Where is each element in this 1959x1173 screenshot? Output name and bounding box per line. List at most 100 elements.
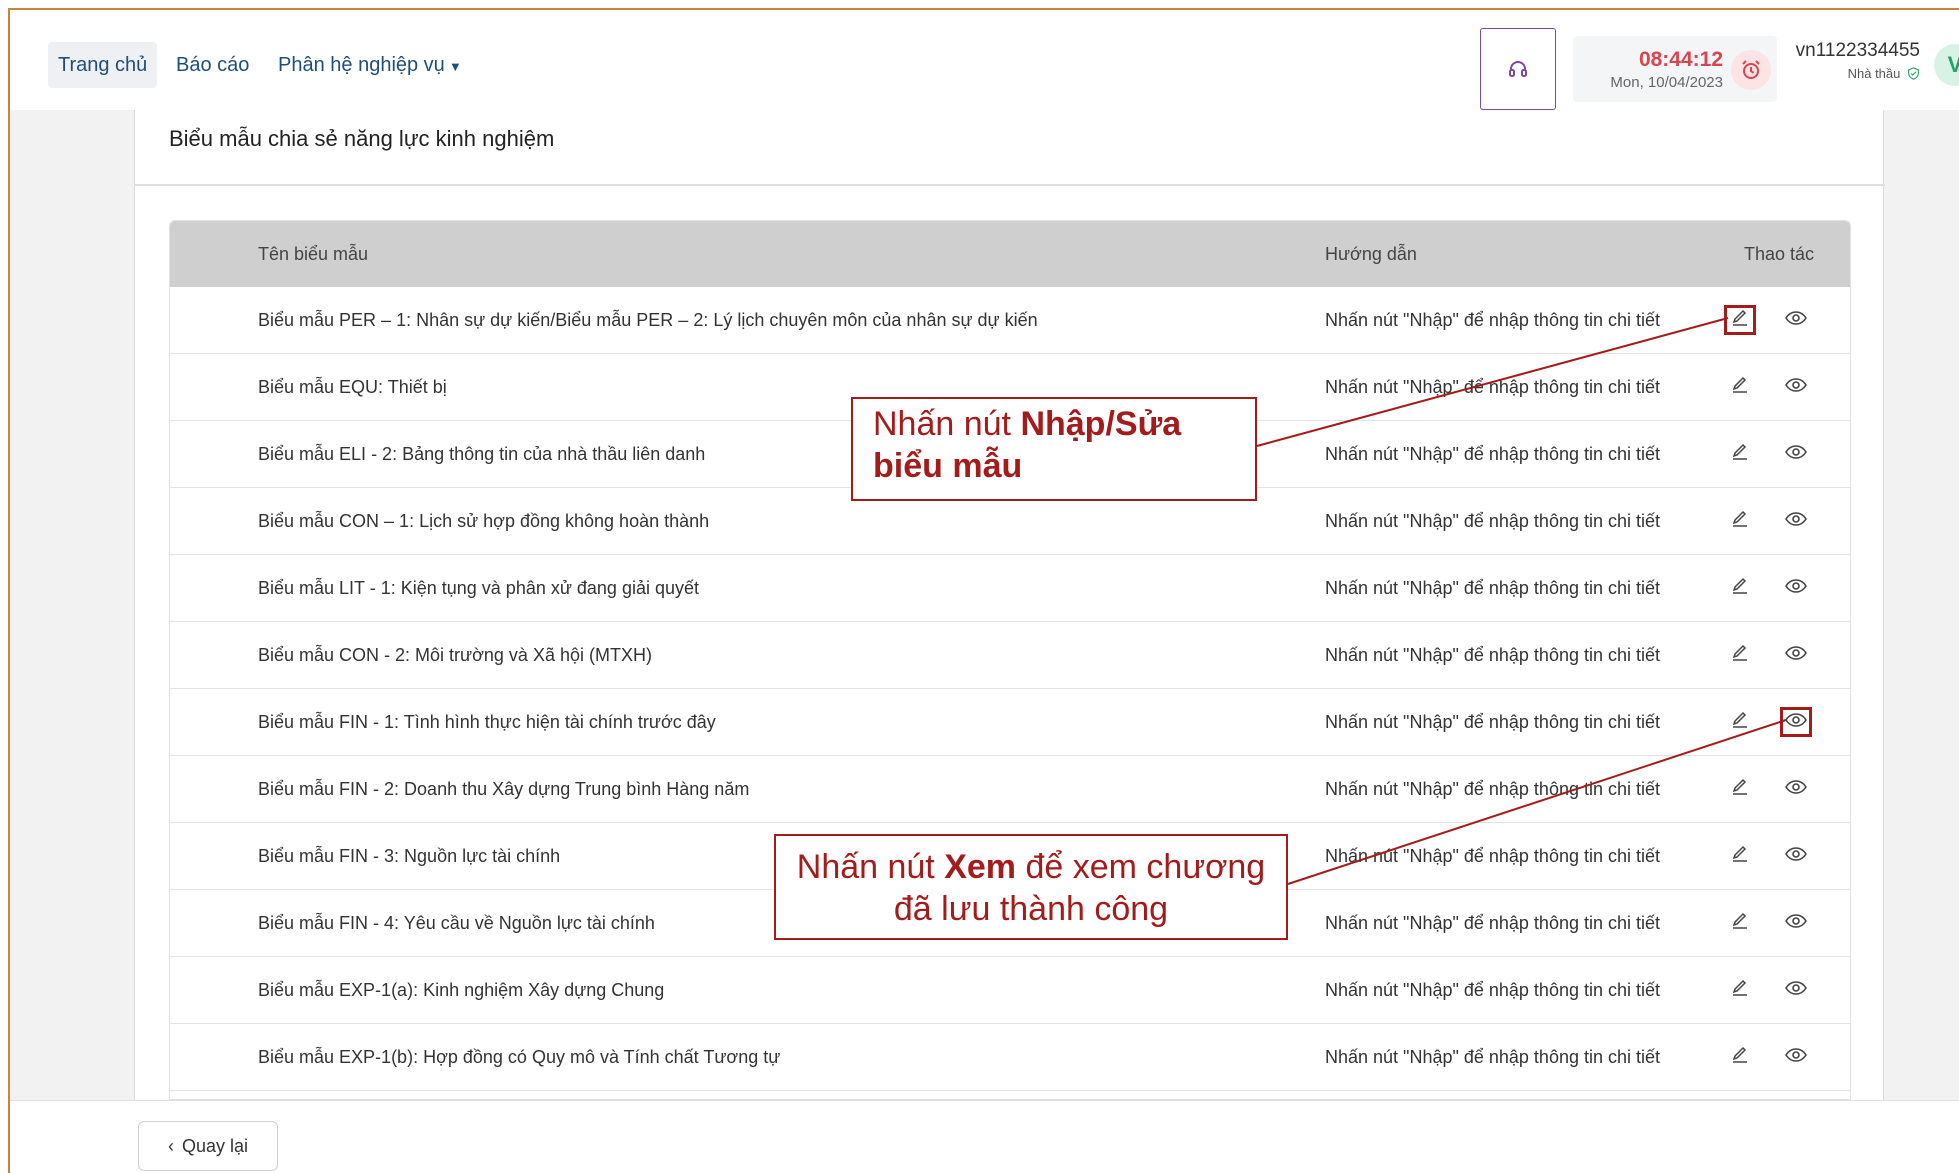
page-title: Biểu mẫu chia sẻ năng lực kinh nghiệm [169,126,555,151]
edit-button[interactable] [1724,707,1756,737]
edit-button[interactable] [1724,439,1756,469]
table-row: Biểu mẫu CON - 2: Môi trường và Xã hội (… [170,622,1850,689]
eye-icon [1785,980,1807,1001]
back-button[interactable]: ‹ Quay lại [138,1121,278,1171]
avatar[interactable]: V [1934,44,1959,86]
form-name: Biểu mẫu EQU: Thiết bị [258,377,447,397]
form-guide: Nhấn nút "Nhập" để nhập thông tin chi ti… [1325,846,1661,866]
form-name: Biểu mẫu PER – 1: Nhân sự dự kiến/Biểu m… [258,310,1038,330]
edit-callout-prefix: Nhấn nút [873,405,1021,443]
column-header-actions: Thao tác [1744,244,1815,264]
edit-button[interactable] [1724,506,1756,536]
edit-button[interactable] [1724,1042,1756,1072]
nav-home-link[interactable]: Trang chủ [48,42,158,88]
form-guide: Nhấn nút "Nhập" để nhập thông tin chi ti… [1325,913,1661,933]
view-button[interactable] [1780,439,1812,469]
edit-button[interactable] [1724,573,1756,603]
pencil-icon [1730,844,1750,869]
view-callout-prefix: Nhấn nút [796,848,945,886]
table-row: Biểu mẫu FIN - 2: Doanh thu Xây dựng Tru… [170,756,1850,823]
form-guide: Nhấn nút "Nhập" để nhập thông tin chi ti… [1325,712,1661,732]
content-card: Biểu mẫu chia sẻ năng lực kinh nghiệm Tê… [134,110,1885,1100]
clock-widget: 08:44:12 Mon, 10/04/2023 [1573,36,1777,102]
form-guide: Nhấn nút "Nhập" để nhập thông tin chi ti… [1325,377,1661,397]
edit-button[interactable] [1724,372,1756,402]
headset-icon [1509,61,1527,77]
eye-icon [1785,779,1807,800]
support-button[interactable] [1480,28,1556,110]
form-guide: Nhấn nút "Nhập" để nhập thông tin chi ti… [1325,511,1661,531]
eye-icon [1785,846,1807,867]
view-button[interactable] [1780,305,1812,335]
view-callout-bold: Xem [944,848,1017,886]
pencil-icon [1730,710,1750,735]
divider [135,184,1885,186]
pencil-icon [1730,777,1750,802]
left-gutter [10,110,134,1100]
view-button[interactable] [1780,975,1812,1005]
pencil-icon [1730,911,1750,936]
form-name: Biểu mẫu FIN - 2: Doanh thu Xây dựng Tru… [258,779,750,799]
pencil-icon [1730,978,1750,1003]
table-row: Biểu mẫu EXP-1(b): Hợp đồng có Quy mô và… [170,1024,1850,1091]
table-row: Biểu mẫu EXP-1(a): Kinh nghiệm Xây dựng … [170,957,1850,1024]
view-button[interactable] [1780,640,1812,670]
pencil-icon [1730,375,1750,400]
footer-bar: ‹ Quay lại [10,1100,1959,1173]
eye-icon [1785,645,1807,666]
caret-down-icon: ▼ [448,59,462,74]
view-button[interactable] [1780,506,1812,536]
eye-icon [1785,511,1807,532]
form-guide: Nhấn nút "Nhập" để nhập thông tin chi ti… [1325,980,1661,1000]
form-name: Biểu mẫu FIN - 1: Tình hình thực hiện tà… [258,712,716,732]
edit-button[interactable] [1724,908,1756,938]
view-button[interactable] [1780,573,1812,603]
form-guide: Nhấn nút "Nhập" để nhập thông tin chi ti… [1325,310,1661,330]
nav-business-menu[interactable]: Phân hệ nghiệp vụ ▼ [278,42,462,88]
table-row: Biểu mẫu LIT - 1: Kiện tụng và phân xử đ… [170,555,1850,622]
forms-table: Tên biểu mẫu Hướng dẫn Thao tác Biểu mẫu… [169,220,1851,1100]
column-header-name: Tên biểu mẫu [258,244,369,264]
form-guide: Nhấn nút "Nhập" để nhập thông tin chi ti… [1325,645,1661,665]
user-id[interactable]: vn1122334455 [1790,40,1920,62]
user-role-label: Nhà thầu [1847,66,1901,81]
pencil-icon [1730,509,1750,534]
nav-business-label: Phân hệ nghiệp vụ [278,54,445,76]
pencil-icon [1730,643,1750,668]
table-row: Biểu mẫu FIN - 1: Tình hình thực hiện tà… [170,689,1850,756]
view-button[interactable] [1780,707,1812,737]
form-name: Biểu mẫu ELI - 2: Bảng thông tin của nhà… [258,444,706,464]
table-header: Tên biểu mẫu Hướng dẫn Thao tác [170,221,1850,287]
form-name: Biểu mẫu CON – 1: Lịch sử hợp đồng không… [258,511,710,531]
edit-button[interactable] [1724,305,1756,335]
column-header-guide: Hướng dẫn [1325,244,1417,264]
view-button[interactable] [1780,841,1812,871]
view-button[interactable] [1780,372,1812,402]
pencil-icon [1730,1045,1750,1070]
user-role: Nhà thầu [1790,66,1920,81]
eye-icon [1785,377,1807,398]
nav-report-link[interactable]: Báo cáo [176,42,249,88]
table-row: Biểu mẫu PER – 1: Nhân sự dự kiến/Biểu m… [170,287,1850,354]
pencil-icon [1730,442,1750,467]
clock-time: 08:44:12 [1638,48,1723,71]
pencil-icon [1730,576,1750,601]
edit-button[interactable] [1724,841,1756,871]
edit-button[interactable] [1724,640,1756,670]
edit-button[interactable] [1724,774,1756,804]
eye-icon [1785,444,1807,465]
view-button[interactable] [1780,908,1812,938]
top-navigation: Trang chủ Báo cáo Phân hệ nghiệp vụ ▼ 08:… [10,10,1959,110]
edit-button[interactable] [1724,975,1756,1005]
form-guide: Nhấn nút "Nhập" để nhập thông tin chi ti… [1325,779,1661,799]
alarm-clock-icon[interactable] [1731,50,1771,90]
view-button[interactable] [1780,1042,1812,1072]
form-guide: Nhấn nút "Nhập" để nhập thông tin chi ti… [1325,444,1661,464]
chevron-left-icon: ‹ [167,1135,174,1156]
back-button-label: Quay lại [181,1135,249,1156]
view-callout: Nhấn nút Xem để xem chương đã lưu thành … [774,834,1288,940]
pencil-icon [1730,308,1750,333]
eye-icon [1785,1047,1807,1068]
edit-callout: Nhấn nút Nhập/Sửa biểu mẫu [851,397,1257,501]
view-button[interactable] [1780,774,1812,804]
